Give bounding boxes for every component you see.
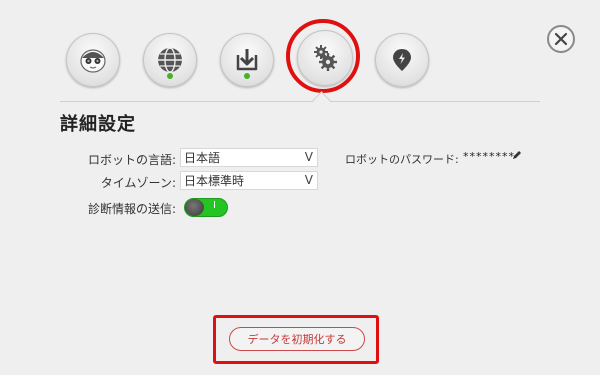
robot-face-icon [80,49,106,73]
password-value: ******** [463,150,515,163]
download-icon [236,49,258,71]
toggle-knob [185,199,204,216]
password-label: ロボットのパスワード: [345,153,459,166]
diagnostics-label: 診断情報の送信: [87,202,176,216]
timezone-select[interactable]: 日本標準時 V [180,171,318,190]
timezone-value: 日本標準時 [184,174,245,188]
reset-data-button[interactable]: データを初期化する [229,327,365,351]
network-status-dot [167,73,173,79]
globe-icon [158,47,182,73]
chevron-down-icon: V [304,150,313,164]
language-select[interactable]: 日本語 V [180,148,318,167]
close-icon [554,32,568,46]
header-divider [60,101,540,102]
page-title: 詳細設定 [60,114,136,135]
active-tab-pointer [312,91,331,110]
update-status-dot [244,73,250,79]
close-button[interactable] [547,25,575,53]
timezone-label: タイムゾーン: [100,176,176,190]
language-value: 日本語 [184,151,221,165]
edit-password-button[interactable] [512,150,522,163]
language-label: ロボットの言語: [87,153,176,167]
pencil-icon [513,151,521,159]
chevron-down-icon: V [304,173,313,187]
settings-highlight-ring [286,19,360,93]
robot-face-button[interactable] [66,33,120,87]
toggle-on-mark: I [213,200,216,211]
location-pin-icon [393,49,411,71]
diagnostics-toggle[interactable]: I [184,198,228,217]
location-button[interactable] [375,33,429,87]
